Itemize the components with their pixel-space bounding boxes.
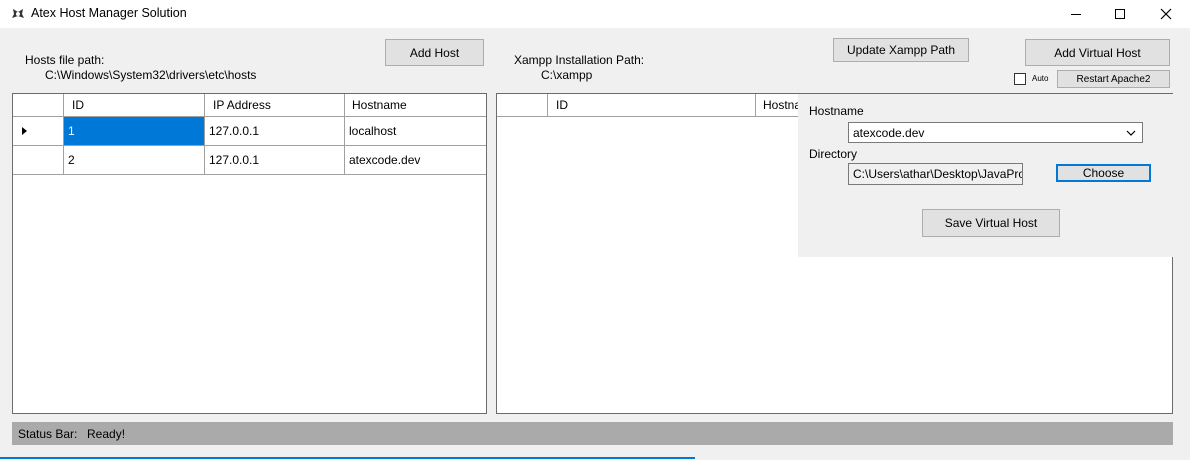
column-header-ip[interactable]: IP Address <box>205 94 345 117</box>
cell-hostname[interactable]: localhost <box>345 117 486 146</box>
xampp-path-label: Xampp Installation Path: <box>514 53 645 67</box>
chevron-down-icon <box>1126 130 1136 136</box>
grid-corner-header <box>497 94 548 117</box>
minimize-icon <box>1071 14 1081 15</box>
cell-id[interactable]: 2 <box>64 146 205 175</box>
title-bar: Atex Host Manager Solution <box>0 0 1190 28</box>
add-virtual-host-button[interactable]: Add Virtual Host <box>1025 39 1170 66</box>
maximize-button[interactable] <box>1097 0 1143 28</box>
close-button[interactable] <box>1143 0 1189 28</box>
hosts-path-value: C:\Windows\System32\drivers\etc\hosts <box>45 68 257 82</box>
auto-checkbox[interactable] <box>1014 73 1026 85</box>
cell-id[interactable]: 1 <box>64 117 205 146</box>
hostname-combobox[interactable]: atexcode.dev <box>848 122 1143 143</box>
xampp-path-value: C:\xampp <box>541 68 593 82</box>
virtual-host-panel: Hostname atexcode.dev Directory C:\Users… <box>798 94 1173 257</box>
cell-hostname[interactable]: atexcode.dev <box>345 146 486 175</box>
grid-corner-header <box>13 94 64 117</box>
directory-field[interactable]: C:\Users\athar\Desktop\JavaProj <box>848 163 1023 185</box>
status-text: Ready! <box>87 427 126 441</box>
cell-ip[interactable]: 127.0.0.1 <box>205 117 345 146</box>
restart-apache-button[interactable]: Restart Apache2 <box>1057 70 1170 88</box>
status-bar: Status Bar: Ready! <box>12 422 1173 445</box>
window-title: Atex Host Manager Solution <box>31 6 187 20</box>
row-header[interactable] <box>13 117 64 146</box>
hosts-path-label: Hosts file path: <box>25 53 105 67</box>
choose-directory-button[interactable]: Choose <box>1056 164 1151 182</box>
window-bottom-edge <box>0 457 695 459</box>
save-virtual-host-button[interactable]: Save Virtual Host <box>922 209 1060 237</box>
row-header[interactable] <box>13 146 64 175</box>
add-host-button[interactable]: Add Host <box>385 39 484 66</box>
column-header-hostname[interactable]: Hostname <box>345 94 486 117</box>
minimize-button[interactable] <box>1053 0 1099 28</box>
update-xampp-path-button[interactable]: Update Xampp Path <box>833 38 969 62</box>
column-header-id[interactable]: ID <box>64 94 205 117</box>
maximize-icon <box>1115 9 1125 19</box>
auto-label: Auto <box>1032 74 1049 83</box>
row-pointer-icon <box>22 127 27 135</box>
column-header-id[interactable]: ID <box>548 94 756 117</box>
cell-ip[interactable]: 127.0.0.1 <box>205 146 345 175</box>
app-logo-icon <box>10 6 26 22</box>
hosts-grid[interactable]: ID IP Address Hostname 1 127.0.0.1 local… <box>12 93 487 414</box>
directory-label: Directory <box>809 147 858 161</box>
hostname-combobox-value: atexcode.dev <box>853 125 925 140</box>
status-bar-label: Status Bar: <box>18 427 78 441</box>
hostname-label: Hostname <box>809 104 864 118</box>
close-icon <box>1160 8 1172 20</box>
